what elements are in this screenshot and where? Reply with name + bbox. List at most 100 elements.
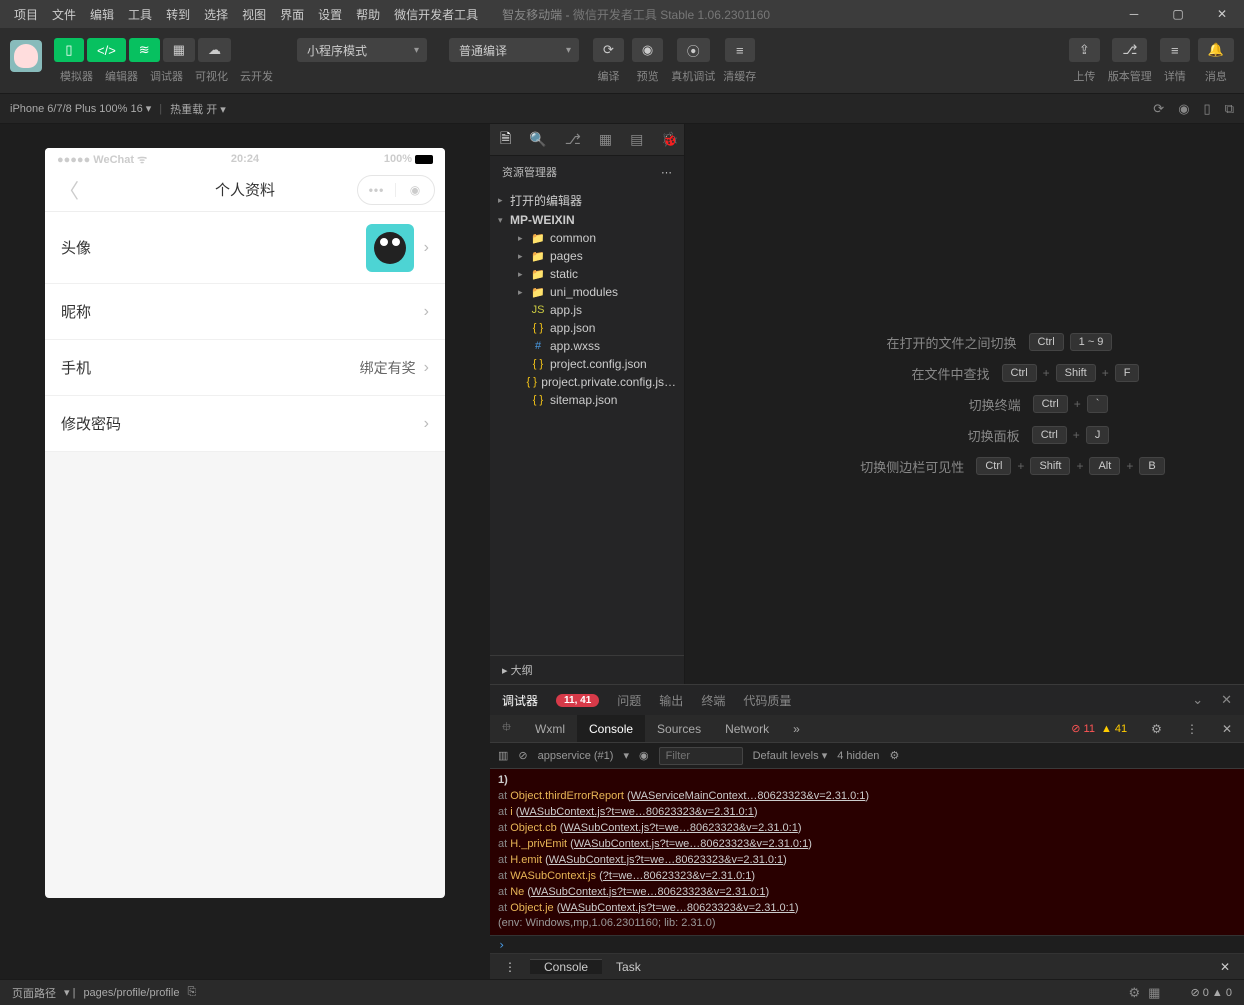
list-item[interactable]: 手机绑定有奖› (45, 340, 445, 396)
copy-path-icon[interactable]: ⎘ (187, 986, 196, 999)
close-button[interactable]: ✕ (1200, 0, 1244, 28)
preview-button[interactable]: ◉ (632, 38, 663, 62)
debugger-toggle[interactable]: ≋ (129, 38, 160, 62)
explorer-tab-icon[interactable]: 🗎 (500, 128, 511, 152)
version-button[interactable]: ⎇ (1112, 38, 1147, 62)
menu-工具[interactable]: 工具 (122, 4, 158, 25)
hot-reload-toggle[interactable]: 热重载 开 ▾ (170, 101, 226, 117)
settings-icon[interactable]: ⚙ (1139, 715, 1174, 742)
tree-item[interactable]: ▸📁static (490, 265, 684, 283)
tab-terminal[interactable]: 终端 (701, 692, 725, 709)
console-settings-icon[interactable]: ⚙ (889, 749, 899, 762)
menu-帮助[interactable]: 帮助 (350, 4, 386, 25)
status-errors[interactable]: ⊘ 0 ▲ 0 (1190, 986, 1232, 999)
drawer-task-tab[interactable]: Task (602, 960, 655, 974)
popout-icon[interactable]: ⧉ (1225, 101, 1234, 117)
record-icon[interactable]: ◉ (1178, 101, 1189, 117)
outline-section[interactable]: ▸ 大纲 (490, 655, 684, 684)
context-select[interactable]: appservice (#1) (538, 750, 614, 762)
menu-设置[interactable]: 设置 (312, 4, 348, 25)
ext-tab-icon[interactable]: ▦ (599, 131, 612, 148)
tree-item[interactable]: ▸📁uni_modules (490, 283, 684, 301)
refresh-icon[interactable]: ⟳ (1153, 101, 1164, 117)
open-editors-section[interactable]: ▸打开的编辑器 (490, 190, 684, 211)
capsule-close-icon[interactable]: ◉ (396, 183, 434, 197)
editor-toggle[interactable]: </> (87, 38, 126, 62)
device-select[interactable]: iPhone 6/7/8 Plus 100% 16 ▾ (10, 102, 151, 115)
sidebar-toggle-icon[interactable]: ▥ (498, 749, 508, 762)
tab-output[interactable]: 输出 (659, 692, 683, 709)
tree-item[interactable]: { }app.json (490, 319, 684, 337)
list-item[interactable]: 头像› (45, 212, 445, 284)
menu-选择[interactable]: 选择 (198, 4, 234, 25)
perf-icon[interactable]: ⚙ (1129, 985, 1141, 1001)
error-count[interactable]: ⊘ 11 (1071, 722, 1095, 735)
warning-count[interactable]: ▲ 41 (1101, 723, 1127, 735)
inspect-icon[interactable]: ⯐ (490, 715, 523, 742)
more-tabs-icon[interactable]: » (781, 715, 812, 742)
real-debug-button[interactable]: ⦿ (677, 38, 710, 62)
live-icon[interactable]: ◉ (639, 749, 649, 762)
minimize-button[interactable]: ─ (1112, 0, 1156, 28)
mode-select[interactable]: 小程序模式 (297, 38, 427, 62)
close-devtools-icon[interactable]: ✕ (1210, 715, 1244, 742)
menu-视图[interactable]: 视图 (236, 4, 272, 25)
tree-item[interactable]: ▸📁pages (490, 247, 684, 265)
close-panel-icon[interactable]: ✕ (1221, 692, 1232, 708)
upload-button[interactable]: ⇪ (1069, 38, 1100, 62)
device-icon[interactable]: ▯ (1204, 101, 1211, 117)
more-icon[interactable]: ⋯ (661, 166, 672, 179)
tab-console[interactable]: Console (577, 715, 645, 742)
menu-界面[interactable]: 界面 (274, 4, 310, 25)
drawer-console-tab[interactable]: Console (530, 959, 602, 974)
tab-debugger[interactable]: 调试器 (502, 692, 538, 709)
menu-微信开发者工具[interactable]: 微信开发者工具 (388, 4, 484, 25)
capsule-more-icon[interactable]: ••• (358, 183, 396, 197)
compile-select[interactable]: 普通编译 (449, 38, 579, 62)
page-path[interactable]: pages/profile/profile (83, 987, 179, 999)
menu-项目[interactable]: 项目 (8, 4, 44, 25)
message-button[interactable]: 🔔 (1198, 38, 1234, 62)
tab-network[interactable]: Network (713, 715, 781, 742)
clear-cache-button[interactable]: ≡ (725, 38, 755, 62)
git-tab-icon[interactable]: ⎇ (565, 131, 581, 148)
clear-console-icon[interactable]: ⊘ (518, 749, 527, 762)
collapse-icon[interactable]: ⌄ (1192, 692, 1203, 708)
search-tab-icon[interactable]: 🔍 (529, 131, 546, 148)
user-avatar[interactable] (10, 40, 42, 72)
simulator-toggle[interactable]: ▯ (54, 38, 84, 62)
tree-item[interactable]: { }sitemap.json (490, 391, 684, 409)
tab-wxml[interactable]: Wxml (523, 715, 577, 742)
tree-item[interactable]: { }project.config.json (490, 355, 684, 373)
tab-sources[interactable]: Sources (645, 715, 713, 742)
console-output[interactable]: 1) at Object.thirdErrorReport (WAService… (490, 769, 1244, 935)
menu-转到[interactable]: 转到 (160, 4, 196, 25)
detail-button[interactable]: ≡ (1160, 38, 1190, 62)
tab-problems[interactable]: 问题 (617, 692, 641, 709)
filter-input[interactable] (659, 747, 743, 765)
cloud-dev-toggle[interactable]: ☁ (198, 38, 231, 62)
back-icon[interactable]: 〈 (59, 175, 79, 204)
list-item[interactable]: 昵称› (45, 284, 445, 340)
menu-文件[interactable]: 文件 (46, 4, 82, 25)
console-prompt[interactable]: › (490, 935, 1244, 953)
tree-item[interactable]: #app.wxss (490, 337, 684, 355)
build-tab-icon[interactable]: ▤ (630, 131, 643, 148)
maximize-button[interactable]: ▢ (1156, 0, 1200, 28)
menu-编辑[interactable]: 编辑 (84, 4, 120, 25)
tree-item[interactable]: JSapp.js (490, 301, 684, 319)
tree-item[interactable]: { }project.private.config.js… (490, 373, 684, 391)
hidden-count[interactable]: 4 hidden (837, 750, 879, 762)
project-root[interactable]: ▾MP-WEIXIN (490, 211, 684, 229)
scene-icon[interactable]: ▦ (1148, 985, 1160, 1001)
drawer-close-icon[interactable]: ✕ (1206, 960, 1244, 974)
compile-button[interactable]: ⟳ (593, 38, 624, 62)
list-item[interactable]: 修改密码› (45, 396, 445, 452)
levels-select[interactable]: Default levels ▾ (753, 749, 828, 762)
tab-quality[interactable]: 代码质量 (743, 692, 791, 709)
visualize-toggle[interactable]: ▦ (163, 38, 195, 62)
kebab-icon[interactable]: ⋮ (1174, 715, 1210, 742)
debug-tab-icon[interactable]: 🐞 (661, 131, 678, 148)
tree-item[interactable]: ▸📁common (490, 229, 684, 247)
drawer-menu-icon[interactable]: ⋮ (490, 960, 530, 974)
